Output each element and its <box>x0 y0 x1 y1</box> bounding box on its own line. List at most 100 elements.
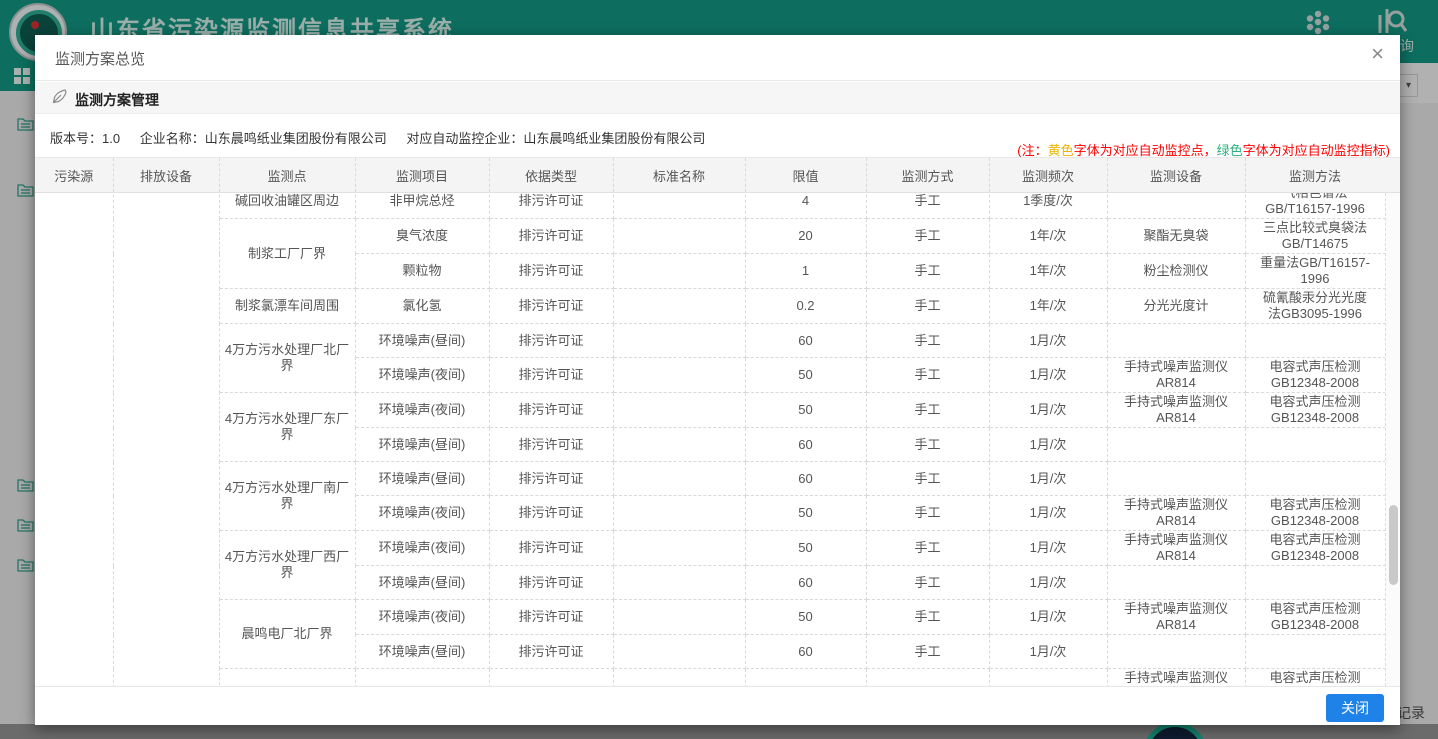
table-cell: 1年/次 <box>989 219 1107 254</box>
table-cell: 排污许可证 <box>489 566 613 600</box>
close-button[interactable]: 关闭 <box>1326 694 1384 722</box>
table-cell: 排污许可证 <box>489 393 613 428</box>
table-cell: 手持式噪声监测仪AR814 <box>1107 669 1245 687</box>
table-cell <box>613 254 745 289</box>
table-cell: 4万方污水处理厂南厂界 <box>219 462 355 531</box>
table-cell: 手持式噪声监测仪AR814 <box>1107 358 1245 393</box>
table-cell: 手工 <box>866 219 989 254</box>
table-cell: 手工 <box>866 324 989 358</box>
plan-info: 版本号：1.0 企业名称：山东晨鸣纸业集团股份有限公司 对应自动监控企业：山东晨… <box>50 128 721 147</box>
modal-footer: 关闭 <box>35 686 1400 725</box>
table-cell: 手工 <box>866 393 989 428</box>
table-cell: 1月/次 <box>989 393 1107 428</box>
table-cell: 排污许可证 <box>489 496 613 531</box>
table-cell: 1月/次 <box>989 566 1107 600</box>
table-cell: 手工 <box>866 358 989 393</box>
table-cell: 1月/次 <box>989 531 1107 566</box>
pen-icon <box>50 88 68 106</box>
table-cell <box>1107 635 1245 669</box>
table-cell: 手持式噪声监测仪AR814 <box>1107 531 1245 566</box>
table-cell <box>613 531 745 566</box>
table-cell <box>745 669 866 687</box>
table-cell: 排污许可证 <box>489 428 613 462</box>
table-cell <box>1245 428 1385 462</box>
table-cell: 1月/次 <box>989 324 1107 358</box>
table-cell: 手工 <box>866 462 989 496</box>
table-cell: 电容式声压检测GB12348-2008 <box>1245 669 1385 687</box>
modal-titlebar: 监测方案总览 × <box>35 35 1400 81</box>
table-cell: 电容式声压检测GB12348-2008 <box>1245 531 1385 566</box>
table-cell: 排污许可证 <box>489 254 613 289</box>
table-cell <box>1107 324 1245 358</box>
table-cell: 4 <box>745 193 866 219</box>
table-row: 晨鸣电厂北厂界环境噪声(夜间)排污许可证50手工1月/次手持式噪声监测仪AR81… <box>35 600 1385 635</box>
table-cell <box>613 496 745 531</box>
table-cell: 手工 <box>866 496 989 531</box>
table-cell: 晨鸣电厂北厂界 <box>219 600 355 669</box>
table-cell: 制浆氯漂车间周围 <box>219 289 355 324</box>
table-cell: 手持式噪声监测仪AR814 <box>1107 600 1245 635</box>
table-cell: 1 <box>745 254 866 289</box>
column-header: 污染源 <box>35 158 113 193</box>
table-cell: 4万方污水处理厂西厂界 <box>219 531 355 600</box>
table-cell <box>613 289 745 324</box>
table-header-stub <box>1385 157 1400 193</box>
table-cell: 环境噪声(昼间) <box>355 324 489 358</box>
table-cell: 1月/次 <box>989 496 1107 531</box>
table-cell <box>113 193 219 686</box>
auto-company-text: 对应自动监控企业：山东晨鸣纸业集团股份有限公司 <box>406 131 705 146</box>
section-header: 监测方案管理 <box>35 82 1400 114</box>
table-cell: 60 <box>745 428 866 462</box>
table-cell: 4万方污水处理厂北厂界 <box>219 324 355 393</box>
table-row: 制浆工厂厂界臭气浓度排污许可证20手工1年/次聚酯无臭袋三点比较式臭袋法GB/T… <box>35 219 1385 254</box>
table-cell: 三点比较式臭袋法GB/T14675 <box>1245 219 1385 254</box>
table-cell: 60 <box>745 324 866 358</box>
table-cell <box>613 600 745 635</box>
table-cell <box>355 669 489 687</box>
table-cell <box>613 428 745 462</box>
table-header-wrap: 污染源排放设备监测点监测项目依据类型标准名称限值监测方式监测频次监测设备监测方法 <box>35 157 1386 193</box>
close-icon[interactable]: × <box>1371 43 1384 65</box>
table-cell: 排污许可证 <box>489 600 613 635</box>
column-header: 监测点 <box>219 158 355 193</box>
table-cell: 电容式声压检测GB12348-2008 <box>1245 358 1385 393</box>
table-cell <box>613 358 745 393</box>
table-cell: 重量法GB/T16157-1996 <box>1245 254 1385 289</box>
table-cell: 0.2 <box>745 289 866 324</box>
table-cell: 1月/次 <box>989 635 1107 669</box>
table-cell: 1月/次 <box>989 462 1107 496</box>
table-cell: 气相色谱法GB/T16157-1996 <box>1245 193 1385 219</box>
company-text: 企业名称：山东晨鸣纸业集团股份有限公司 <box>140 131 387 146</box>
table-cell: 1季度/次 <box>989 193 1107 219</box>
table-cell: 碱回收油罐区周边 <box>219 193 355 219</box>
column-header: 依据类型 <box>489 158 613 193</box>
table-cell: 排污许可证 <box>489 324 613 358</box>
table-cell <box>1245 566 1385 600</box>
table-row: 制浆氯漂车间周围氯化氢排污许可证0.2手工1年/次分光光度计硫氰酸汞分光光度法G… <box>35 289 1385 324</box>
table-cell: 4万方污水处理厂东厂界 <box>219 393 355 462</box>
info-row: 版本号：1.0 企业名称：山东晨鸣纸业集团股份有限公司 对应自动监控企业：山东晨… <box>35 115 1400 157</box>
table-row: 碱回收油罐区周边非甲烷总烃排污许可证4手工1季度/次气相色谱法GB/T16157… <box>35 193 1385 219</box>
table-cell <box>1107 566 1245 600</box>
table-cell: 1月/次 <box>989 600 1107 635</box>
table-cell <box>1107 462 1245 496</box>
section-title: 监测方案管理 <box>75 90 159 110</box>
column-header: 监测设备 <box>1107 158 1245 193</box>
table-cell: 手工 <box>866 566 989 600</box>
table-scrollbar-thumb[interactable] <box>1389 505 1398 585</box>
table-scrollbar-track[interactable] <box>1385 193 1400 686</box>
table-cell <box>35 193 113 686</box>
table-cell: 粉尘检测仪 <box>1107 254 1245 289</box>
table-cell: 排污许可证 <box>489 531 613 566</box>
table-cell: 手工 <box>866 531 989 566</box>
table-cell: 环境噪声(夜间) <box>355 600 489 635</box>
table-cell: 手工 <box>866 193 989 219</box>
table-header: 污染源排放设备监测点监测项目依据类型标准名称限值监测方式监测频次监测设备监测方法 <box>35 157 1386 193</box>
table-cell <box>489 669 613 687</box>
page: 山东省污染源监测信息共享系统 询 ▾ <box>0 0 1438 739</box>
table-row: 手持式噪声监测仪AR814电容式声压检测GB12348-2008 <box>35 669 1385 687</box>
table-cell: 排污许可证 <box>489 635 613 669</box>
table-cell: 电容式声压检测GB12348-2008 <box>1245 496 1385 531</box>
table-cell: 环境噪声(昼间) <box>355 635 489 669</box>
column-header: 标准名称 <box>613 158 745 193</box>
